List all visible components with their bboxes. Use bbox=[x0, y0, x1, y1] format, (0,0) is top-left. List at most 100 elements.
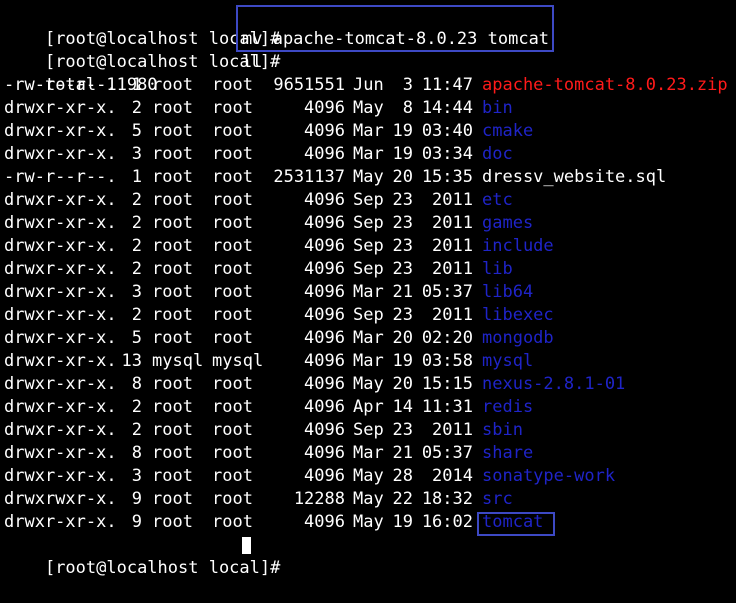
listing-name: share bbox=[482, 443, 534, 463]
listing-month: Sep bbox=[353, 420, 384, 440]
listing-size: 4096 bbox=[304, 259, 345, 279]
listing-name: lib64 bbox=[482, 282, 534, 302]
listing-owner: root bbox=[152, 466, 193, 486]
listing-size: 4096 bbox=[304, 305, 345, 325]
listing-links: 2 bbox=[131, 190, 142, 210]
listing-links: 13 bbox=[121, 351, 142, 371]
listing-name: games bbox=[482, 213, 534, 233]
cursor bbox=[242, 537, 251, 554]
listing-links: 3 bbox=[131, 144, 142, 164]
listing-size: 4096 bbox=[304, 236, 345, 256]
listing-links: 9 bbox=[131, 512, 142, 532]
listing-links: 8 bbox=[131, 443, 142, 463]
listing-month: Mar bbox=[353, 443, 384, 463]
listing-day: 23 bbox=[392, 305, 413, 325]
listing-size: 12288 bbox=[293, 489, 345, 509]
listing-size: 4096 bbox=[304, 144, 345, 164]
listing-month: Sep bbox=[353, 305, 384, 325]
listing-owner: root bbox=[152, 236, 193, 256]
listing-day: 8 bbox=[402, 98, 413, 118]
listing-group: root bbox=[212, 328, 253, 348]
listing-owner: root bbox=[152, 167, 193, 187]
listing-month: May bbox=[353, 98, 384, 118]
listing-month: Sep bbox=[353, 236, 384, 256]
listing-owner: root bbox=[152, 213, 193, 233]
listing-row: -rw-r--r--. 1 root root 9651551 Jun 3 11:47 apac… bbox=[0, 74, 736, 97]
listing-time: 2011 bbox=[432, 259, 473, 279]
listing-size: 4096 bbox=[304, 282, 345, 302]
listing-row: drwxr-xr-x. 9 root root 4096 May 19 16:02 tomcat bbox=[0, 511, 736, 534]
listing-size: 4096 bbox=[304, 213, 345, 233]
listing-time: 15:35 bbox=[421, 167, 473, 187]
listing-size: 4096 bbox=[304, 374, 345, 394]
listing-name: mysql bbox=[482, 351, 534, 371]
listing-size: 2531137 bbox=[273, 167, 345, 187]
listing-row: drwxr-xr-x. 2 root root 4096 Sep 23 2011 etc bbox=[0, 189, 736, 212]
listing-time: 02:20 bbox=[421, 328, 473, 348]
listing-month: Sep bbox=[353, 213, 384, 233]
listing-perms: drwxr-xr-x. bbox=[4, 466, 117, 486]
listing-owner: root bbox=[152, 397, 193, 417]
listing-owner: root bbox=[152, 121, 193, 141]
listing-group: root bbox=[212, 420, 253, 440]
listing-owner: root bbox=[152, 328, 193, 348]
listing-time: 11:31 bbox=[421, 397, 473, 417]
listing-month: Mar bbox=[353, 121, 384, 141]
listing-row: drwxr-xr-x. 8 root root 4096 Mar 21 05:37 share bbox=[0, 442, 736, 465]
listing-size: 4096 bbox=[304, 397, 345, 417]
listing-size: 9651551 bbox=[273, 75, 345, 95]
listing-perms: drwxr-xr-x. bbox=[4, 328, 117, 348]
command-line[interactable]: [root@localhost local]# bbox=[4, 534, 280, 578]
command-highlight-box bbox=[236, 5, 554, 52]
listing-owner: root bbox=[152, 489, 193, 509]
listing-owner: root bbox=[152, 75, 193, 95]
listing-owner: root bbox=[152, 443, 193, 463]
listing-time: 03:34 bbox=[421, 144, 473, 164]
listing-month: May bbox=[353, 489, 384, 509]
listing-time: 05:37 bbox=[421, 282, 473, 302]
listing-day: 23 bbox=[392, 236, 413, 256]
listing-name: sbin bbox=[482, 420, 523, 440]
listing-group: root bbox=[212, 213, 253, 233]
listing-time: 16:02 bbox=[421, 512, 473, 532]
listing-group: root bbox=[212, 98, 253, 118]
listing-perms: drwxr-xr-x. bbox=[4, 374, 117, 394]
listing-time: 2014 bbox=[432, 466, 473, 486]
listing-day: 20 bbox=[392, 167, 413, 187]
listing-month: May bbox=[353, 374, 384, 394]
listing-links: 2 bbox=[131, 213, 142, 233]
listing-month: Mar bbox=[353, 328, 384, 348]
listing-day: 20 bbox=[392, 328, 413, 348]
listing-group: root bbox=[212, 144, 253, 164]
listing-row: drwxr-xr-x. 3 root root 4096 Mar 21 05:37 lib64 bbox=[0, 281, 736, 304]
listing-group: root bbox=[212, 75, 253, 95]
listing-links: 3 bbox=[131, 282, 142, 302]
listing-perms: drwxr-xr-x. bbox=[4, 351, 117, 371]
listing-perms: drwxr-xr-x. bbox=[4, 420, 117, 440]
listing-perms: drwxr-xr-x. bbox=[4, 213, 117, 233]
listing-perms: -rw-r--r--. bbox=[4, 167, 117, 187]
listing-perms: drwxrwxr-x. bbox=[4, 489, 117, 509]
terminal-window[interactable]: [root@localhost local]# mv apache-tomcat-… bbox=[0, 0, 736, 578]
listing-group: mysql bbox=[212, 351, 264, 371]
listing-name: mongodb bbox=[482, 328, 554, 348]
listing-perms: drwxr-xr-x. bbox=[4, 305, 117, 325]
listing-size: 4096 bbox=[304, 190, 345, 210]
listing-time: 2011 bbox=[432, 420, 473, 440]
listing-size: 4096 bbox=[304, 443, 345, 463]
listing-time: 11:47 bbox=[421, 75, 473, 95]
shell-prompt: [root@localhost local]# bbox=[44, 558, 281, 578]
listing-time: 14:44 bbox=[421, 98, 473, 118]
listing-name: apache-tomcat-8.0.23.zip bbox=[482, 75, 728, 95]
listing-month: Apr bbox=[353, 397, 384, 417]
listing-owner: mysql bbox=[152, 351, 204, 371]
listing-perms: drwxr-xr-x. bbox=[4, 236, 117, 256]
listing-size: 4096 bbox=[304, 466, 345, 486]
listing-time: 2011 bbox=[432, 236, 473, 256]
listing-time: 15:15 bbox=[421, 374, 473, 394]
listing-month: Mar bbox=[353, 351, 384, 371]
listing-day: 19 bbox=[392, 512, 413, 532]
listing-row: drwxr-xr-x. 5 root root 4096 Mar 20 02:20 mongod… bbox=[0, 327, 736, 350]
listing-perms: drwxr-xr-x. bbox=[4, 397, 117, 417]
listing-owner: root bbox=[152, 144, 193, 164]
